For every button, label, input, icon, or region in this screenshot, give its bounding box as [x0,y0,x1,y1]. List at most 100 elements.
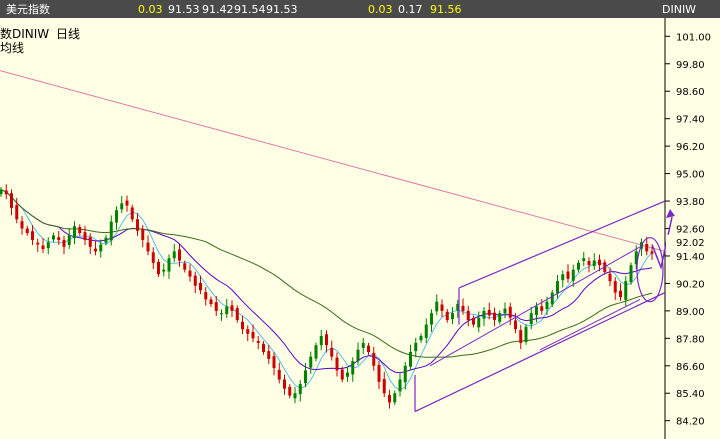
tick-label: 90.20 [676,279,705,290]
tick-label: 86.60 [676,362,705,373]
candle-body [52,235,55,240]
candle-body [445,311,449,321]
candle-body [10,193,13,208]
candle-body [398,379,402,392]
tick-label: 95.00 [676,170,705,181]
tick-label: 89.00 [676,307,705,318]
candle-body [556,281,559,294]
candle-body [267,351,271,359]
candle-body [550,292,554,305]
candle-body [115,210,118,223]
quote-value: 91.42 [202,3,234,16]
tick-label: 97.40 [676,115,705,126]
candle-body [277,369,281,380]
candle-body [78,227,82,234]
candle-body [136,219,139,231]
candle-body [424,324,428,338]
candle-body [46,242,50,249]
candle-body [20,221,24,229]
candle-body [514,320,517,330]
tick-label: 92.60 [676,225,705,236]
quote-value: 91.56 [430,3,462,16]
candle-body [199,282,202,291]
candle-body [498,313,502,322]
candle-body [393,393,397,403]
candle-body [451,313,454,320]
candle-body [577,262,580,270]
candle-body [598,259,601,266]
moving-averages [0,70,666,391]
symbol-label: DINIW [662,3,696,16]
candles [0,184,654,409]
quote-value: 91.54 [234,3,266,16]
candle-body [298,384,302,395]
candle-body [293,393,297,399]
ma-fast-line [0,189,653,391]
candle-body [241,321,244,330]
candle-body [125,200,129,206]
candle-body [256,341,260,343]
price-axis-ticks: 84.20 85.40 86.60 87.80 89.00 90.20 91.40 92.60… [665,32,711,428]
tick-label: 93.80 [676,197,705,208]
candle-body [4,190,8,195]
tick-label: 85.40 [676,389,705,400]
candle-body [162,269,166,272]
candle-body [31,231,34,240]
candle-body [372,352,376,366]
candle-body [99,244,103,252]
candle-body [15,205,19,220]
candle-body [251,331,255,339]
candle-body [204,292,208,300]
candle-body [220,313,223,315]
candle-body [94,248,97,252]
candle-body [88,237,92,247]
candle-body [482,310,486,319]
candle-body [141,228,145,240]
candle-body [109,221,113,241]
candle-body [57,237,61,240]
candle-body [409,352,412,367]
ma-long-line [0,70,666,252]
candle-body [146,242,150,252]
candle-body [151,252,155,263]
candle-body [619,290,622,298]
candle-body [62,239,66,247]
candle-body [613,281,617,293]
candle-body [529,313,533,325]
candle-body [157,261,160,275]
tick-label: 101.00 [676,32,711,43]
candle-body [235,308,239,321]
candle-body [67,235,71,245]
candle-body [225,306,229,315]
candle-body [624,281,628,300]
candle-body [487,309,491,316]
candle-body [419,336,423,341]
candle-body [587,260,591,266]
candle-body [346,372,349,377]
tick-label: 84.20 [676,417,705,428]
candle-body [262,343,265,353]
candle-body [382,379,386,394]
candle-body [172,251,176,259]
chart-window: 美元指数 0.03 91.53 91.42 91.54 91.53 0.03 0.17 91.… [0,0,720,439]
candle-body [608,273,612,282]
candle-body [477,317,481,328]
candle-body [0,189,3,195]
candle-body [545,301,549,310]
candle-body [288,386,292,396]
candle-body [73,226,76,239]
candle-body [340,369,344,380]
candle-body [377,364,381,382]
candle-body [508,306,512,318]
last-price-label: 92.02 [676,238,705,249]
tick-label: 98.60 [676,87,705,98]
candle-body [83,232,87,240]
candle-body [466,310,470,321]
candle-body [193,275,197,286]
candle-body [566,271,570,279]
candle-body [178,249,181,261]
candle-body [167,258,171,272]
top-bar [0,0,720,18]
candle-body [214,302,218,311]
candle-body [41,245,45,250]
